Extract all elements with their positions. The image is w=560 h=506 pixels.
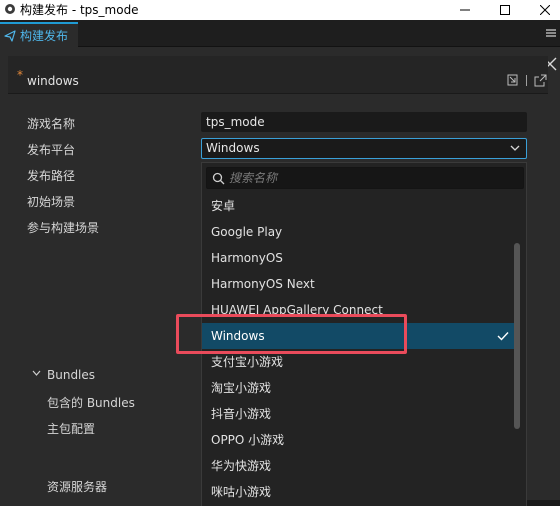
platform-option-label: HUAWEI AppGallery Connect: [211, 303, 383, 317]
game-name-label: 游戏名称: [27, 117, 76, 131]
minimize-button[interactable]: [450, 0, 480, 20]
start-scene-label: 初始场景: [27, 195, 76, 209]
platform-label: 发布平台: [27, 143, 76, 157]
platform-option[interactable]: Google Play: [202, 219, 514, 245]
platform-option-label: 抖音小游戏: [211, 407, 272, 421]
platform-option-label: HarmonyOS Next: [211, 277, 315, 291]
platform-option-label: HarmonyOS: [211, 251, 283, 265]
tab-label: 构建发布: [20, 29, 69, 43]
menu-icon[interactable]: [546, 28, 556, 38]
platform-option[interactable]: 咪咕小游戏: [202, 479, 514, 505]
dropdown-scrollbar[interactable]: [514, 243, 520, 429]
send-icon: [4, 29, 16, 42]
build-path-label: 发布路径: [27, 169, 76, 183]
platform-option-label: 咪咕小游戏: [211, 485, 272, 499]
chevron-down-icon[interactable]: [32, 370, 41, 377]
platform-option-list: 安卓 Google Play HarmonyOS HarmonyOS Next HUAW…: [202, 193, 514, 505]
main-package-label: 主包配置: [47, 422, 96, 436]
bundles-section-label[interactable]: Bundles: [47, 368, 95, 382]
config-header: windows: [8, 56, 548, 94]
export-icon[interactable]: [534, 74, 547, 87]
checkmark-icon: [497, 332, 509, 341]
platform-select[interactable]: Windows: [201, 138, 527, 159]
platform-option[interactable]: 抖音小游戏: [202, 401, 514, 427]
included-scenes-label: 参与构建场景: [27, 221, 100, 235]
platform-option-label: 华为快游戏: [211, 459, 272, 473]
minimize-icon: [460, 9, 470, 11]
import-icon[interactable]: [506, 74, 519, 87]
platform-option-label: OPPO 小游戏: [211, 433, 285, 447]
window-title: 构建发布 - tps_mode: [20, 3, 139, 17]
platform-option[interactable]: OPPO 小游戏: [202, 427, 514, 453]
maximize-icon: [500, 5, 510, 15]
close-icon: [540, 5, 550, 15]
dropdown-search-input[interactable]: [229, 170, 509, 186]
tab-build-publish[interactable]: 构建发布: [0, 22, 78, 47]
platform-option-label: 支付宝小游戏: [211, 355, 284, 369]
platform-option[interactable]: 安卓: [202, 193, 514, 219]
platform-option-label: 淘宝小游戏: [211, 381, 272, 395]
app-icon: [5, 4, 15, 14]
header-divider: [526, 75, 527, 86]
platform-option-label: 安卓: [211, 199, 236, 213]
platform-dropdown: 安卓 Google Play HarmonyOS HarmonyOS Next HUAW…: [201, 162, 527, 506]
chevron-down-icon: [510, 145, 520, 151]
required-marker: *: [17, 68, 23, 82]
platform-option[interactable]: 支付宝小游戏: [202, 349, 514, 375]
search-icon: [212, 172, 225, 185]
platform-option-label: Google Play: [211, 225, 283, 239]
included-bundles-label: 包含的 Bundles: [47, 396, 135, 410]
platform-option[interactable]: HarmonyOS Next: [202, 271, 514, 297]
close-window-button[interactable]: [530, 0, 560, 20]
resource-server-label: 资源服务器: [47, 480, 108, 494]
platform-select-value: Windows: [206, 141, 260, 155]
maximize-button[interactable]: [490, 0, 520, 20]
platform-option[interactable]: HarmonyOS: [202, 245, 514, 271]
platform-option[interactable]: 淘宝小游戏: [202, 375, 514, 401]
platform-option[interactable]: Windows: [202, 323, 514, 349]
platform-option[interactable]: HUAWEI AppGallery Connect: [202, 297, 514, 323]
game-name-input[interactable]: tps_mode: [201, 112, 527, 132]
platform-option[interactable]: 华为快游戏: [202, 453, 514, 479]
tab-strip: 构建发布: [0, 20, 560, 47]
config-title: windows: [27, 74, 79, 88]
dropdown-search: [206, 167, 524, 189]
platform-option-label: Windows: [211, 329, 265, 343]
window-titlebar: 构建发布 - tps_mode: [0, 0, 560, 20]
